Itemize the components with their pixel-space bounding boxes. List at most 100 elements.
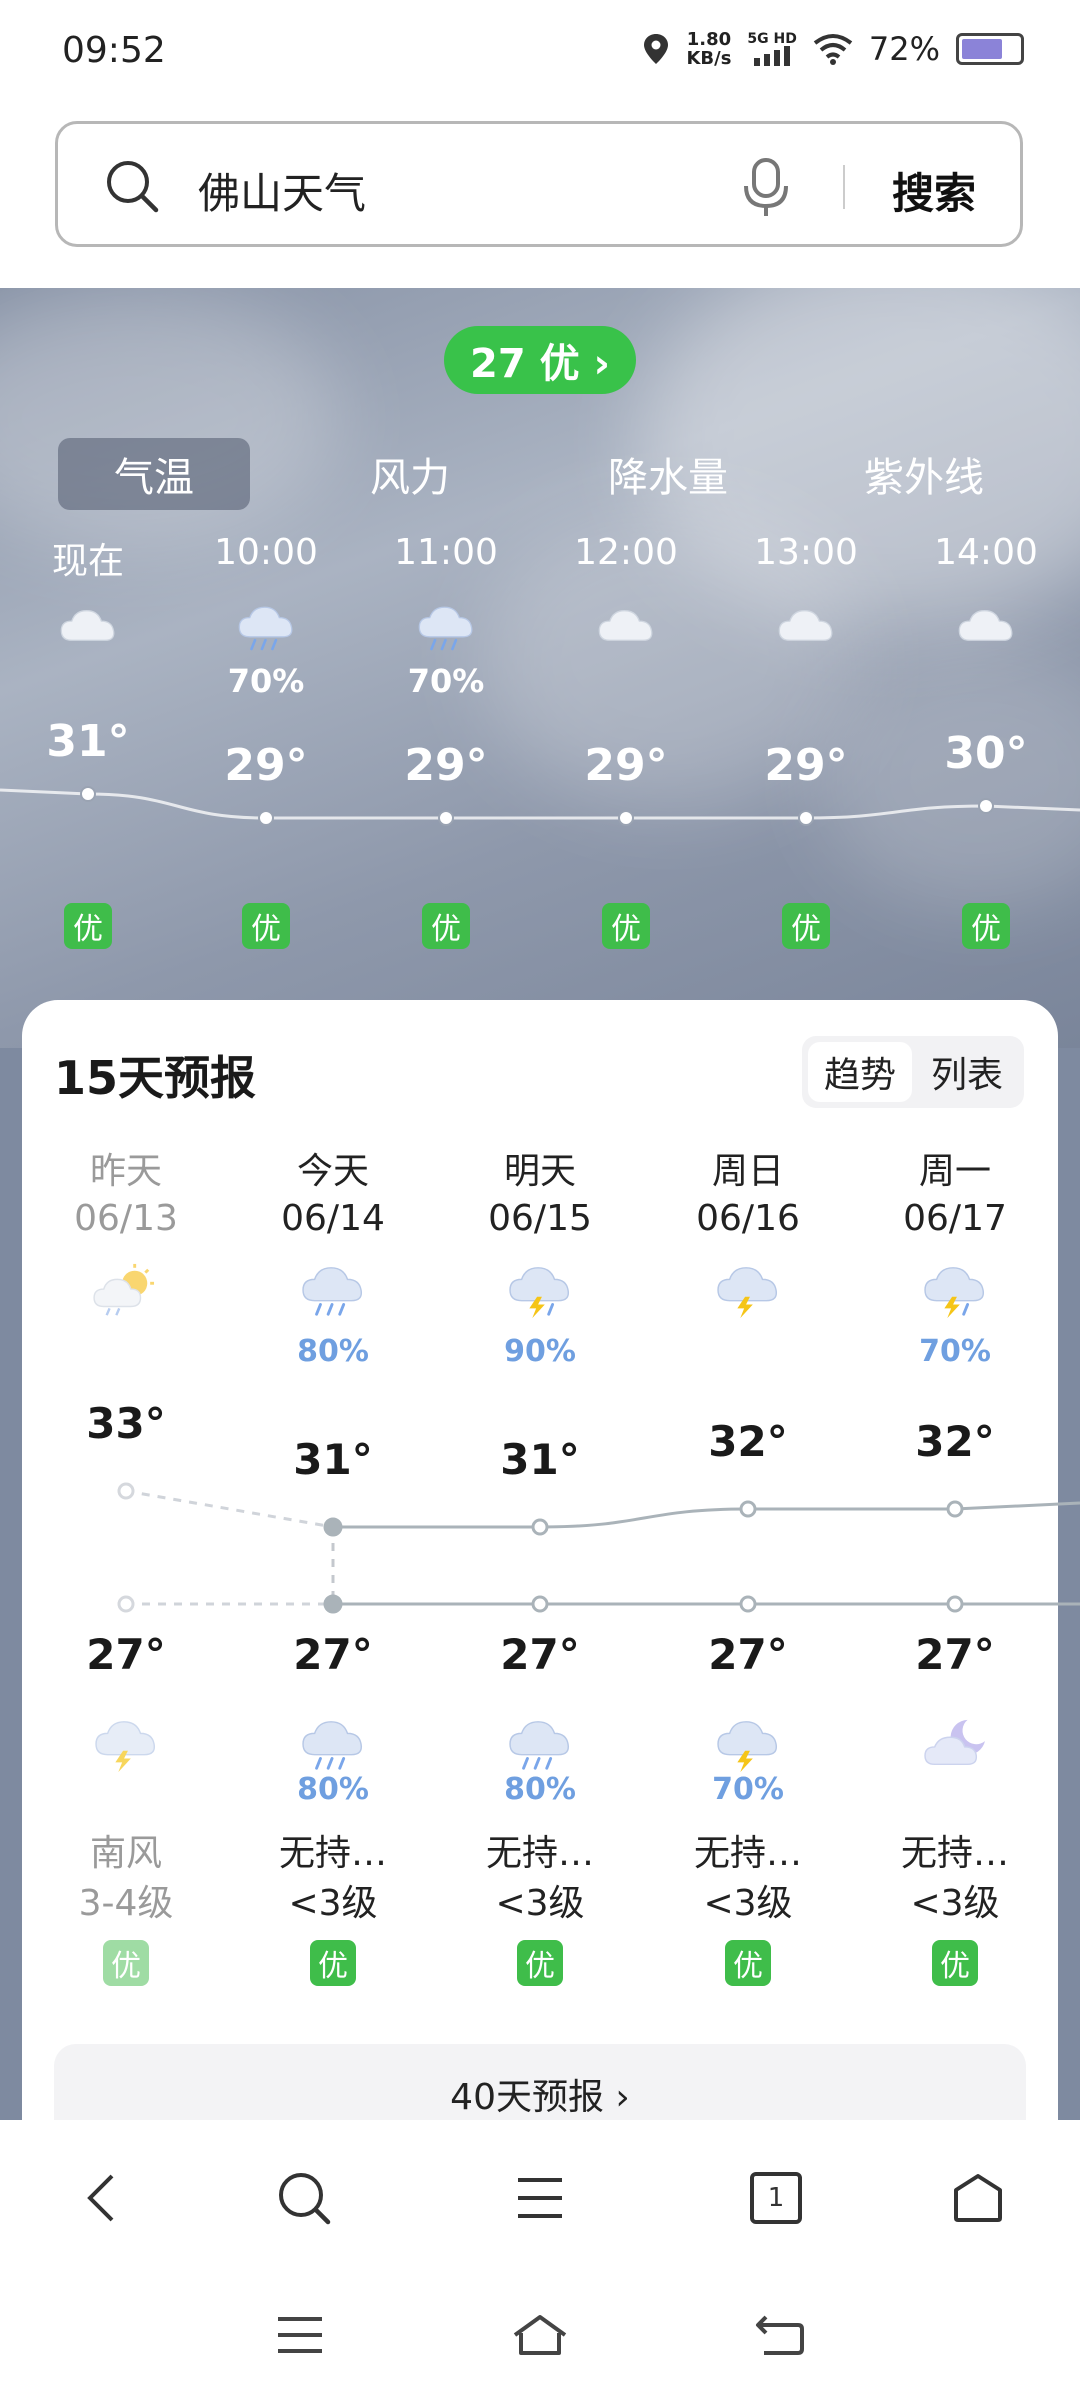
night-weather <box>648 1716 848 1778</box>
day-high-point <box>946 1500 964 1518</box>
day-precip: 90% <box>504 1334 576 1369</box>
day-high-temp: 32° <box>708 1417 788 1466</box>
search-query: 佛山天气 <box>198 169 367 218</box>
nav-menu-button[interactable] <box>260 2300 340 2370</box>
day-wind-level: <3级 <box>495 1883 585 1924</box>
wifi-icon <box>813 34 853 65</box>
night-precip: 70% <box>712 1772 784 1807</box>
day-high-point <box>531 1518 549 1536</box>
tab-wind[interactable]: 风力 <box>314 438 506 510</box>
nav-home-button[interactable] <box>500 2300 580 2370</box>
day-name: 今天 <box>296 1151 369 1192</box>
night-weather <box>233 1716 433 1778</box>
hour-temp-point <box>618 810 634 826</box>
tab-uv[interactable]: 紫外线 <box>828 438 1020 510</box>
day-name: 昨天 <box>89 1151 162 1192</box>
daily-temp-curve <box>117 1482 1080 1614</box>
signal-indicator: 5G HD <box>747 32 797 66</box>
night-weather <box>26 1716 226 1778</box>
hour-temp-point <box>80 786 96 802</box>
search-tool-button[interactable] <box>264 2158 344 2238</box>
sun-cloud-icon <box>93 1263 155 1316</box>
home-icon <box>954 2174 1002 2222</box>
thunder-cloud-icon <box>717 1721 778 1773</box>
nav-back-button[interactable] <box>740 2300 820 2370</box>
battery-icon <box>956 33 1024 65</box>
net-speed: 1.80 KB/s <box>686 29 732 69</box>
battery-percent: 72% <box>868 30 940 68</box>
hourly-temp-curve <box>0 786 1080 826</box>
microphone-icon[interactable] <box>740 158 792 218</box>
hour-time: 现在 <box>51 541 124 582</box>
day-low-point <box>946 1595 964 1613</box>
forecast-title: 15天预报 <box>54 1051 257 1105</box>
nav-home-icon <box>513 2315 567 2355</box>
hour-weather <box>176 602 356 658</box>
nav-back-icon <box>756 2315 804 2355</box>
thunder-rain-icon <box>509 1267 570 1319</box>
tab-count-icon: 1 <box>750 2172 802 2224</box>
tabs-button[interactable]: 1 <box>736 2158 816 2238</box>
day-high-temp: 32° <box>915 1417 995 1466</box>
past-high-line <box>125 1489 334 1529</box>
day-low-temp: 27° <box>86 1630 166 1679</box>
day-low-temp: 27° <box>500 1630 580 1679</box>
hour-aqi-badge: 优 <box>64 903 112 949</box>
day-wind-level: <3级 <box>910 1883 1000 1924</box>
hour-precip: 70% <box>227 662 305 700</box>
hour-weather <box>356 602 536 658</box>
day-date: 06/15 <box>488 1198 592 1239</box>
menu-icon <box>518 2178 562 2218</box>
day-date: 06/13 <box>74 1198 178 1239</box>
day-name: 周一 <box>918 1151 991 1192</box>
hour-weather <box>536 602 716 658</box>
status-time: 09:52 <box>62 30 166 71</box>
hour-time: 13:00 <box>754 532 858 573</box>
toggle-trend[interactable]: 趋势 <box>808 1042 912 1102</box>
hour-aqi-badge: 优 <box>962 903 1010 949</box>
hour-weather <box>716 602 896 658</box>
home-button[interactable] <box>938 2158 1018 2238</box>
search-button[interactable]: 搜索 <box>892 160 976 221</box>
day-low-temp: 27° <box>915 1630 995 1679</box>
hour-aqi-badge: 优 <box>422 903 470 949</box>
hour-aqi-badge: 优 <box>782 903 830 949</box>
day-wind-direction: 无持… <box>693 1833 802 1874</box>
hour-temp-point <box>978 798 994 814</box>
hour-weather <box>0 602 178 658</box>
signal-icon <box>754 46 791 66</box>
menu-button[interactable] <box>500 2158 580 2238</box>
rain-cloud-icon <box>302 1721 363 1770</box>
search-divider <box>843 165 845 209</box>
day-weather <box>233 1262 433 1324</box>
day-date: 06/14 <box>281 1198 385 1239</box>
night-weather <box>855 1716 1055 1778</box>
toggle-list[interactable]: 列表 <box>912 1042 1022 1102</box>
day-low-temp: 27° <box>293 1630 373 1679</box>
night-precip: 80% <box>504 1772 576 1807</box>
hour-time: 14:00 <box>934 532 1038 573</box>
day-wind-level: <3级 <box>703 1883 793 1924</box>
cloud-icon <box>958 610 1013 641</box>
day-high-point <box>323 1517 343 1537</box>
day-wind-direction: 无持… <box>278 1833 387 1874</box>
day-precip: 80% <box>297 1334 369 1369</box>
nav-menu-icon <box>278 2317 322 2353</box>
back-button[interactable] <box>62 2158 142 2238</box>
day-low-point <box>323 1594 343 1614</box>
aqi-pill[interactable]: 27 优 › <box>444 326 636 394</box>
hour-temp-point <box>438 810 454 826</box>
day-aqi-badge: 优 <box>310 1940 356 1986</box>
day-aqi-badge: 优 <box>103 1940 149 1986</box>
night-weather <box>440 1716 640 1778</box>
hour-time: 11:00 <box>394 532 498 573</box>
day-high-point <box>739 1500 757 1518</box>
day-wind-direction: 无持… <box>900 1833 1009 1874</box>
hour-time: 12:00 <box>574 532 678 573</box>
day-weather <box>440 1262 640 1324</box>
day-aqi-badge: 优 <box>725 1940 771 1986</box>
day-precip: 70% <box>919 1334 991 1369</box>
tab-temperature[interactable]: 气温 <box>58 438 250 510</box>
tab-precipitation[interactable]: 降水量 <box>572 438 764 510</box>
hour-weather <box>896 602 1076 658</box>
